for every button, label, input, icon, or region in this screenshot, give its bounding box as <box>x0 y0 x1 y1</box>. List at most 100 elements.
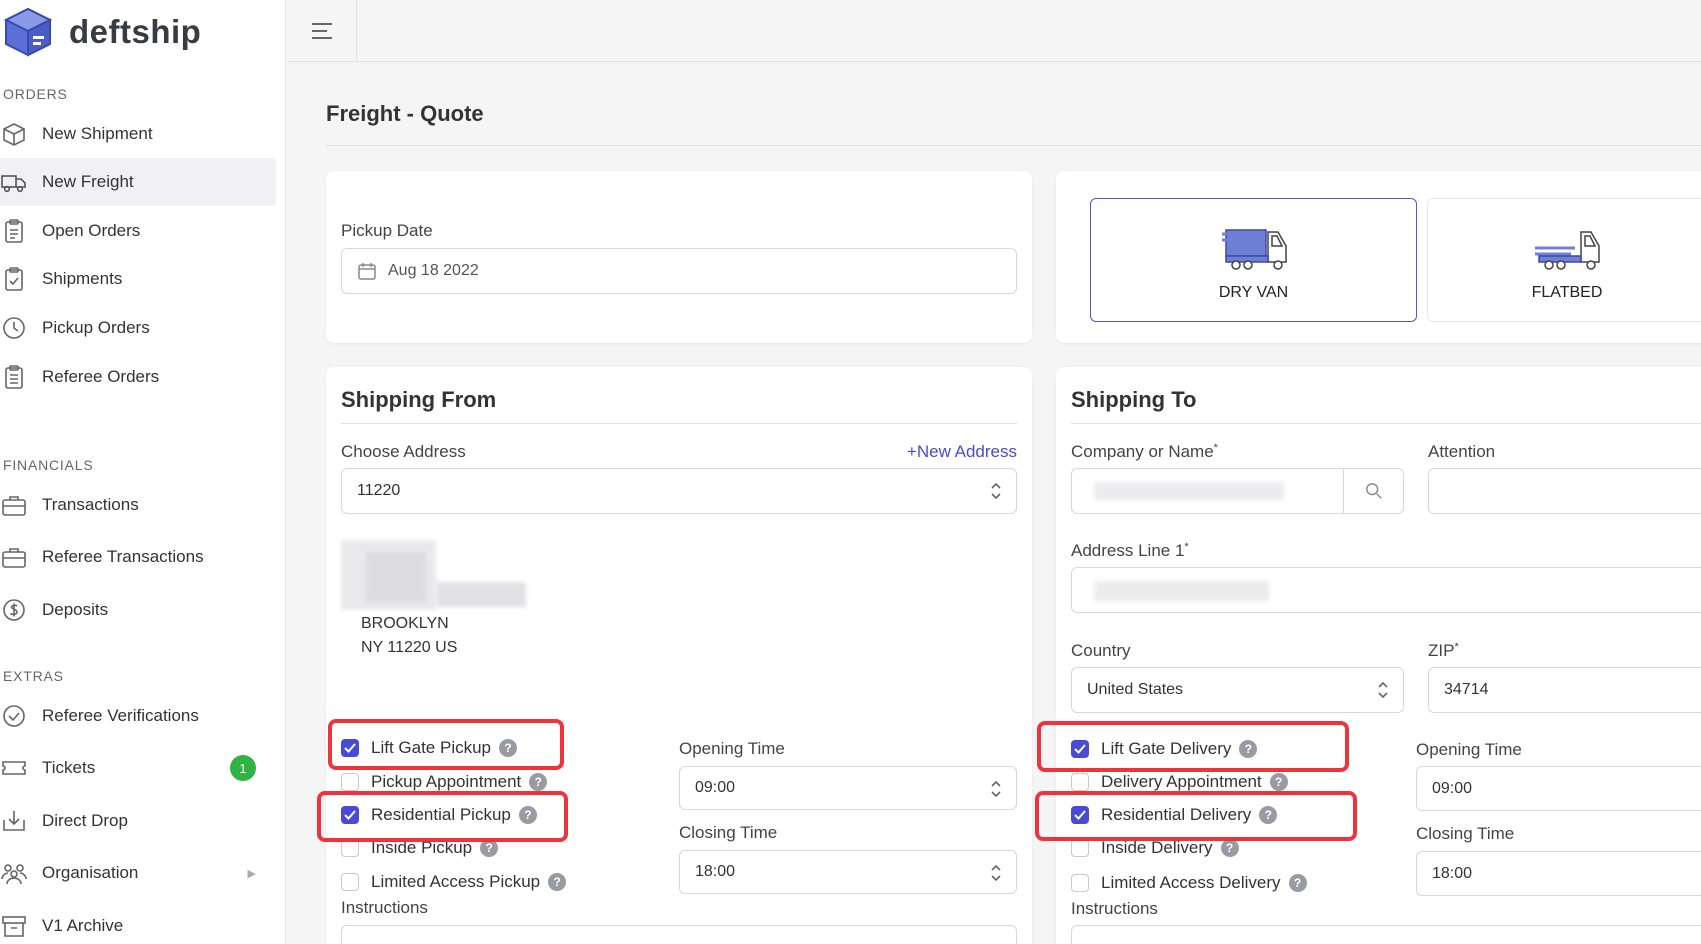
clipboard-icon <box>0 217 28 245</box>
clipboard-list-icon <box>0 363 28 391</box>
closing-time-select[interactable]: 18:00 <box>679 850 1017 894</box>
truck-label: DRY VAN <box>1218 284 1289 301</box>
opening-time-select[interactable]: 09:00 <box>1416 766 1701 811</box>
shipping-from-card: Shipping From Choose Address +New Addres… <box>326 367 1032 944</box>
drop-icon <box>0 807 28 835</box>
company-input[interactable] <box>1071 468 1404 514</box>
divider <box>326 145 1701 146</box>
pickup-date-input[interactable]: Aug 18 2022 <box>341 248 1017 294</box>
briefcase-icon <box>0 543 28 571</box>
users-icon <box>0 859 28 887</box>
help-icon[interactable]: ? <box>529 773 548 791</box>
redacted-value <box>1094 581 1269 601</box>
shipping-to-card: Shipping To Company or Name* Attention A… <box>1056 367 1701 944</box>
sidebar-item-label: Organisation <box>42 863 139 882</box>
country-label: Country <box>1071 641 1131 660</box>
help-icon[interactable]: ? <box>548 873 567 891</box>
closing-time-select[interactable]: 18:00 <box>1416 851 1701 896</box>
country-select[interactable]: United States <box>1071 667 1404 713</box>
pickup-date-value: Aug 18 2022 <box>388 262 479 279</box>
select-arrows-icon <box>991 482 1001 500</box>
company-search-button[interactable] <box>1343 469 1403 513</box>
truck-option-flatbed[interactable]: FLATBED <box>1427 198 1701 322</box>
checkbox[interactable] <box>1071 839 1089 857</box>
archive-icon <box>0 912 28 940</box>
chevron-right-icon[interactable]: ▶ <box>248 867 256 880</box>
sidebar-item-referee-transactions[interactable]: Referee Transactions <box>0 533 276 581</box>
closing-time-label: Closing Time <box>1416 824 1515 843</box>
sidebar-item-new-freight[interactable]: New Freight <box>0 158 276 206</box>
clipboard-check-icon <box>0 265 28 293</box>
checkbox[interactable] <box>1071 874 1089 892</box>
sidebar-item-shipments[interactable]: Shipments <box>0 255 276 303</box>
sidebar-item-label: V1 Archive <box>42 916 124 935</box>
divider <box>1071 423 1701 424</box>
closing-time-label: Closing Time <box>679 823 778 842</box>
box-icon <box>0 120 28 148</box>
truck-option-dry-van[interactable]: DRY VAN <box>1090 198 1417 322</box>
section-extras: EXTRAS <box>3 668 64 684</box>
option-label: Limited Access Delivery <box>1101 873 1281 892</box>
menu-toggle-button[interactable] <box>287 0 357 62</box>
app-name: deftship <box>69 13 202 50</box>
instructions-input[interactable] <box>1071 925 1701 944</box>
sidebar-item-label: New Shipment <box>42 124 153 143</box>
attention-label: Attention <box>1428 442 1496 461</box>
choose-address-label: Choose Address <box>341 442 466 461</box>
logo[interactable]: deftship <box>2 6 201 58</box>
help-icon[interactable]: ? <box>1288 874 1307 892</box>
sidebar-item-label: Referee Transactions <box>42 547 204 566</box>
sidebar-item-label: Transactions <box>42 495 139 514</box>
pickup-date-label: Pickup Date <box>341 221 433 240</box>
sidebar-item-direct-drop[interactable]: Direct Drop <box>0 797 276 845</box>
address1-label: Address Line 1* <box>1071 541 1189 560</box>
sidebar-item-referee-orders[interactable]: Referee Orders <box>0 353 276 401</box>
sidebar-item-organisation[interactable]: Organisation ▶ <box>0 849 276 897</box>
address1-input[interactable] <box>1071 567 1701 613</box>
attention-input[interactable] <box>1428 468 1701 514</box>
section-orders: ORDERS <box>3 86 68 102</box>
country-value: United States <box>1087 681 1184 698</box>
address-city: BROOKLYN <box>361 615 449 632</box>
help-icon[interactable]: ? <box>1269 773 1288 791</box>
sidebar-item-pickup-orders[interactable]: Pickup Orders <box>0 304 276 352</box>
opening-time-select[interactable]: 09:00 <box>679 766 1017 810</box>
sidebar-item-label: Direct Drop <box>42 811 128 830</box>
opening-time-value: 09:00 <box>1432 779 1473 797</box>
briefcase-icon <box>0 491 28 519</box>
address-select-value: 11220 <box>357 482 401 499</box>
sidebar-item-label: Deposits <box>42 600 109 619</box>
sidebar-item-tickets[interactable]: Tickets 1 <box>0 744 276 792</box>
opening-time-label: Opening Time <box>679 739 785 758</box>
sidebar-item-new-shipment[interactable]: New Shipment <box>0 110 276 158</box>
new-address-link[interactable]: +New Address <box>907 442 1017 462</box>
sidebar-item-v1-archive[interactable]: V1 Archive <box>0 902 276 944</box>
checkbox[interactable] <box>1071 773 1089 791</box>
highlight-box <box>317 791 568 842</box>
instructions-label: Instructions <box>341 898 428 917</box>
option-label: Inside Delivery <box>1101 838 1213 857</box>
checkbox[interactable] <box>341 873 359 891</box>
sidebar-item-open-orders[interactable]: Open Orders <box>0 207 276 255</box>
hamburger-icon <box>311 23 332 39</box>
help-icon[interactable]: ? <box>1220 839 1239 857</box>
sidebar-item-deposits[interactable]: Deposits <box>0 586 276 634</box>
truck-icon <box>0 168 28 196</box>
address-select[interactable]: 11220 <box>341 468 1017 514</box>
limited-access-delivery-checkbox[interactable]: Limited Access Delivery? <box>1071 870 1307 896</box>
clock-icon <box>0 314 28 342</box>
section-financials: FINANCIALS <box>3 457 94 473</box>
sidebar-item-referee-verifications[interactable]: Referee Verifications <box>0 692 276 740</box>
instructions-input[interactable] <box>341 925 1017 944</box>
sidebar-item-label: Tickets <box>42 758 96 777</box>
search-icon <box>1365 483 1382 499</box>
zip-input[interactable]: 34714 <box>1428 667 1701 713</box>
ticket-icon <box>0 754 28 782</box>
option-label: Delivery Appointment <box>1101 772 1262 791</box>
limited-access-pickup-checkbox[interactable]: Limited Access Pickup? <box>341 869 567 895</box>
option-label: Pickup Appointment <box>371 772 522 791</box>
sidebar-item-transactions[interactable]: Transactions <box>0 481 276 529</box>
redacted-address <box>436 582 526 607</box>
checkbox[interactable] <box>341 773 359 791</box>
select-arrows-icon <box>991 780 1001 798</box>
